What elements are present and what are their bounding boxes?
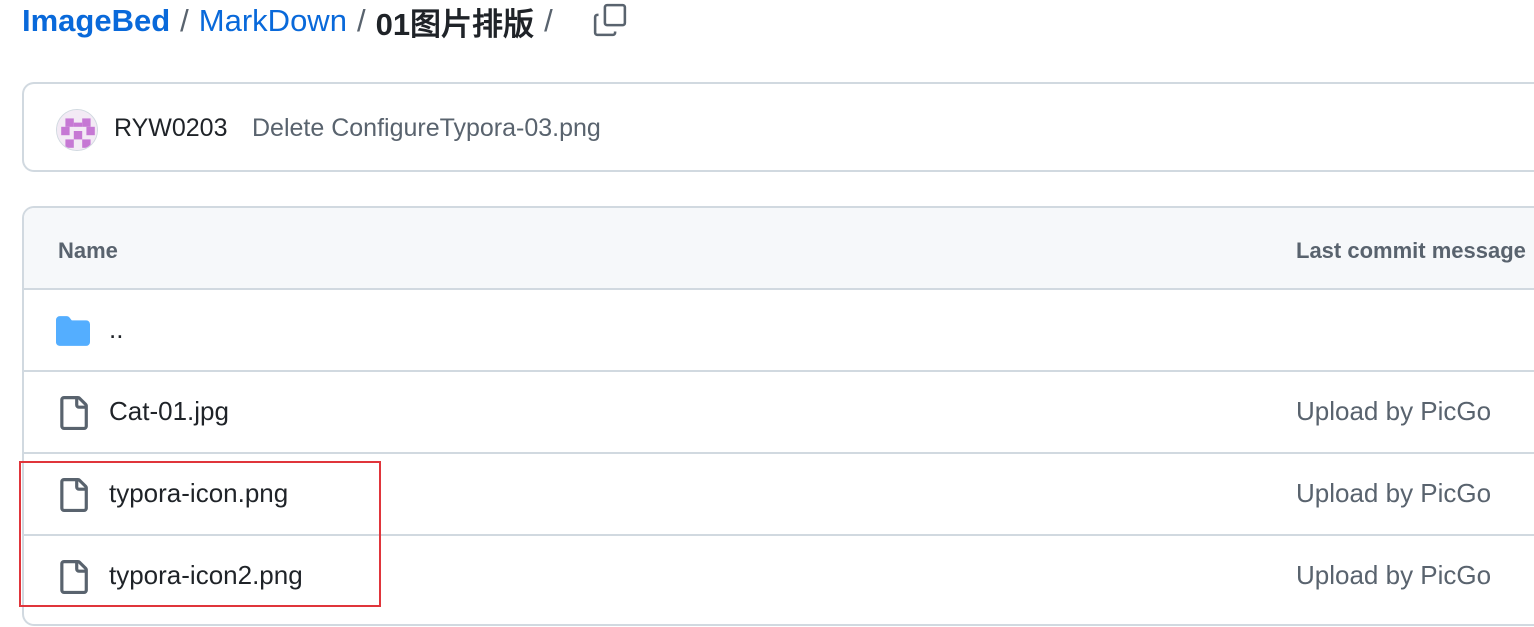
breadcrumb-current: 01图片排版 [375, 6, 535, 42]
breadcrumb: ImageBed / MarkDown / 01图片排版 / [22, 0, 563, 42]
copy-icon [593, 3, 627, 37]
row-commit-message[interactable]: Upload by PicGo [1296, 396, 1491, 427]
breadcrumb-separator: / [180, 3, 189, 38]
row-commit-message[interactable]: Upload by PicGo [1296, 560, 1491, 591]
table-row[interactable]: Cat-01.jpg Upload by PicGo [24, 372, 1534, 454]
avatar[interactable] [56, 109, 98, 151]
breadcrumb-separator: / [544, 3, 553, 38]
breadcrumb-folder-link[interactable]: MarkDown [199, 3, 347, 39]
file-table: Name Last commit message .. Cat-01.jpg U… [22, 206, 1534, 626]
parent-directory-link[interactable]: .. [109, 314, 123, 345]
latest-commit-box: RYW0203 Delete ConfigureTypora-03.png [22, 82, 1534, 172]
commit-author-link[interactable]: RYW0203 [114, 114, 228, 143]
column-header-last-commit: Last commit message [1296, 238, 1526, 263]
table-row[interactable]: typora-icon.png Upload by PicGo [24, 454, 1534, 536]
commit-message-link[interactable]: Delete ConfigureTypora-03.png [252, 114, 601, 143]
row-commit-message[interactable]: Upload by PicGo [1296, 478, 1491, 509]
repo-file-browser: ImageBed / MarkDown / 01图片排版 / RYW0203 D… [0, 0, 1534, 627]
file-link[interactable]: typora-icon2.png [109, 560, 303, 591]
folder-icon [56, 316, 90, 346]
table-row[interactable]: typora-icon2.png Upload by PicGo [24, 536, 1534, 618]
table-header: Name Last commit message [24, 208, 1534, 290]
file-icon [60, 560, 88, 594]
breadcrumb-separator: / [356, 3, 366, 38]
table-row[interactable]: .. [24, 290, 1534, 372]
identicon-avatar [57, 110, 97, 150]
breadcrumb-repo-link[interactable]: ImageBed [22, 3, 170, 39]
copy-path-button[interactable] [590, 2, 630, 38]
column-header-name: Name [58, 238, 118, 263]
file-icon [60, 478, 88, 512]
file-link[interactable]: typora-icon.png [109, 478, 288, 509]
file-link[interactable]: Cat-01.jpg [109, 396, 229, 427]
file-icon [60, 396, 88, 430]
